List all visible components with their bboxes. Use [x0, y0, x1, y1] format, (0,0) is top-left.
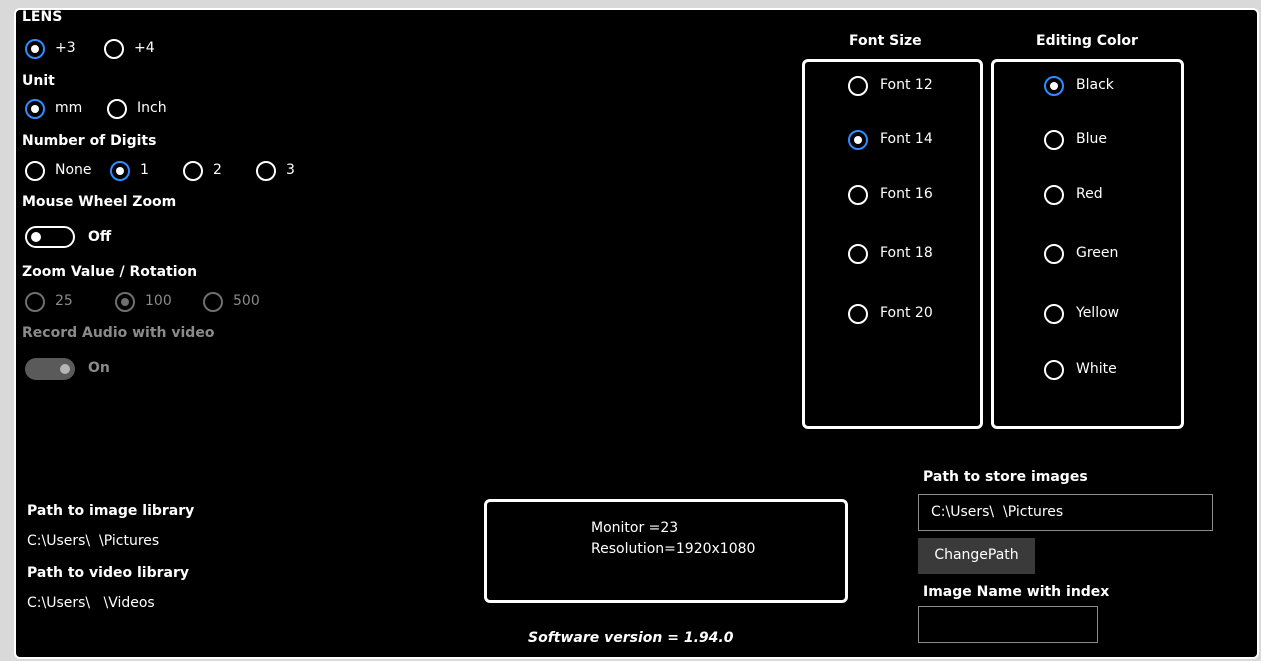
record-audio-title: Record Audio with video: [22, 325, 215, 341]
font-option-14-label: Font 14: [880, 131, 933, 147]
zoom-option-100-label: 100: [145, 293, 172, 309]
video-library-title: Path to video library: [27, 565, 189, 581]
font-radio-20[interactable]: [848, 304, 868, 324]
color-radio-blue[interactable]: [1044, 130, 1064, 150]
font-option-20-label: Font 20: [880, 305, 933, 321]
color-option-white-label: White: [1076, 361, 1117, 377]
font-radio-12[interactable]: [848, 76, 868, 96]
unit-option-inch-label: Inch: [137, 100, 167, 116]
digits-option-none-label: None: [55, 162, 92, 178]
toggle-knob: [31, 232, 41, 242]
digits-radio-3[interactable]: [256, 161, 276, 181]
zoom-radio-100[interactable]: [115, 292, 135, 312]
color-option-yellow-label: Yellow: [1076, 305, 1120, 321]
font-size-title: Font Size: [849, 33, 922, 49]
color-radio-green[interactable]: [1044, 244, 1064, 264]
store-images-title: Path to store images: [923, 469, 1088, 485]
digits-option-3-label: 3: [286, 162, 295, 178]
image-library-path: C:\Users\ \Pictures: [27, 533, 160, 549]
color-option-red-label: Red: [1076, 186, 1103, 202]
record-audio-toggle[interactable]: [25, 358, 75, 380]
digits-option-2-label: 2: [213, 162, 222, 178]
image-library-title: Path to image library: [27, 503, 195, 519]
lens-option-4-label: +4: [134, 40, 155, 56]
font-option-16-label: Font 16: [880, 186, 933, 202]
font-size-group: [802, 59, 983, 429]
color-radio-white[interactable]: [1044, 360, 1064, 380]
software-version: Software version = 1.94.0: [528, 630, 734, 646]
toggle-knob: [60, 364, 70, 374]
font-option-12-label: Font 12: [880, 77, 933, 93]
digits-title: Number of Digits: [22, 133, 157, 149]
color-radio-red[interactable]: [1044, 185, 1064, 205]
mouse-wheel-zoom-title: Mouse Wheel Zoom: [22, 194, 177, 210]
store-images-path-input[interactable]: C:\Users\ \Pictures: [918, 494, 1213, 531]
digits-radio-2[interactable]: [183, 161, 203, 181]
unit-title: Unit: [22, 73, 55, 89]
mouse-wheel-zoom-state: Off: [88, 229, 112, 245]
font-radio-14[interactable]: [848, 130, 868, 150]
image-name-index-input[interactable]: [918, 606, 1098, 643]
monitor-label: Monitor =23: [591, 520, 679, 536]
change-path-button[interactable]: ChangePath: [918, 538, 1035, 574]
lens-radio-4[interactable]: [104, 39, 124, 59]
lens-option-3-label: +3: [55, 40, 76, 56]
image-name-index-title: Image Name with index: [923, 584, 1110, 600]
color-radio-yellow[interactable]: [1044, 304, 1064, 324]
digits-radio-none[interactable]: [25, 161, 45, 181]
color-option-black-label: Black: [1076, 77, 1114, 93]
mouse-wheel-zoom-toggle[interactable]: [25, 226, 75, 248]
font-option-18-label: Font 18: [880, 245, 933, 261]
unit-radio-mm[interactable]: [25, 99, 45, 119]
digits-radio-1[interactable]: [110, 161, 130, 181]
font-radio-16[interactable]: [848, 185, 868, 205]
editing-color-title: Editing Color: [1036, 33, 1138, 49]
color-option-green-label: Green: [1076, 245, 1119, 261]
zoom-radio-25[interactable]: [25, 292, 45, 312]
zoom-value-title: Zoom Value / Rotation: [22, 264, 198, 280]
zoom-option-25-label: 25: [55, 293, 73, 309]
lens-title: LENS: [22, 9, 63, 25]
digits-option-1-label: 1: [140, 162, 149, 178]
record-audio-state: On: [88, 360, 110, 376]
resolution-label: Resolution=1920x1080: [591, 541, 756, 557]
lens-radio-3[interactable]: [25, 39, 45, 59]
color-option-blue-label: Blue: [1076, 131, 1107, 147]
zoom-radio-500[interactable]: [203, 292, 223, 312]
color-radio-black[interactable]: [1044, 76, 1064, 96]
unit-option-mm-label: mm: [55, 100, 83, 116]
font-radio-18[interactable]: [848, 244, 868, 264]
zoom-option-500-label: 500: [233, 293, 260, 309]
video-library-path: C:\Users\ \Videos: [27, 595, 155, 611]
unit-radio-inch[interactable]: [107, 99, 127, 119]
